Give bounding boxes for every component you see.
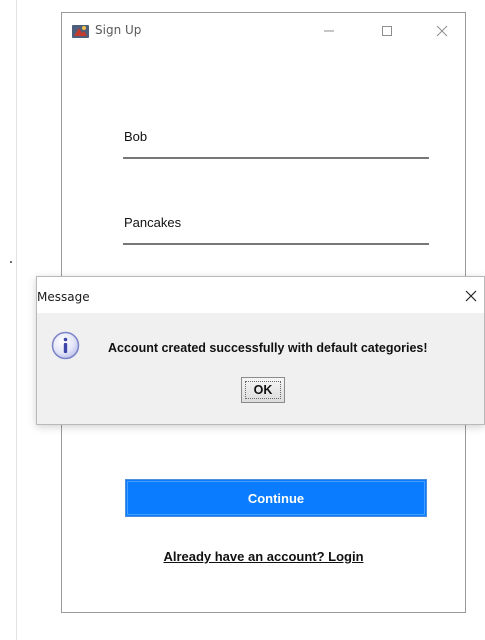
continue-button-label: Continue bbox=[247, 490, 305, 506]
first-name-underline bbox=[123, 157, 429, 159]
last-name-underline bbox=[123, 243, 429, 245]
ok-button[interactable]: OK bbox=[241, 377, 285, 403]
login-link[interactable]: Already have an account? Login bbox=[62, 549, 465, 564]
dialog-title: Message bbox=[37, 290, 90, 304]
dialog-close-icon[interactable] bbox=[462, 287, 480, 305]
background-divider bbox=[16, 0, 17, 640]
dialog-message: Account created successfully with defaul… bbox=[108, 341, 428, 355]
first-name-field[interactable]: Bob bbox=[124, 129, 147, 144]
window-titlebar[interactable]: Sign Up bbox=[62, 13, 465, 49]
background-mark bbox=[10, 261, 12, 263]
dialog-titlebar[interactable]: Message bbox=[37, 277, 484, 313]
minimize-icon[interactable] bbox=[317, 21, 341, 41]
maximize-icon[interactable] bbox=[375, 21, 399, 41]
window-title: Sign Up bbox=[95, 23, 142, 37]
screen: Sign Up Bob Pancakes Continue Already ha… bbox=[0, 0, 485, 640]
information-icon bbox=[51, 331, 80, 360]
last-name-field[interactable]: Pancakes bbox=[124, 215, 181, 230]
java-app-icon bbox=[72, 25, 89, 38]
ok-button-label: OK bbox=[253, 383, 273, 397]
continue-button[interactable]: Continue bbox=[125, 479, 427, 517]
close-icon[interactable] bbox=[430, 21, 454, 41]
message-dialog: Message Account created successfully wit… bbox=[36, 276, 485, 425]
